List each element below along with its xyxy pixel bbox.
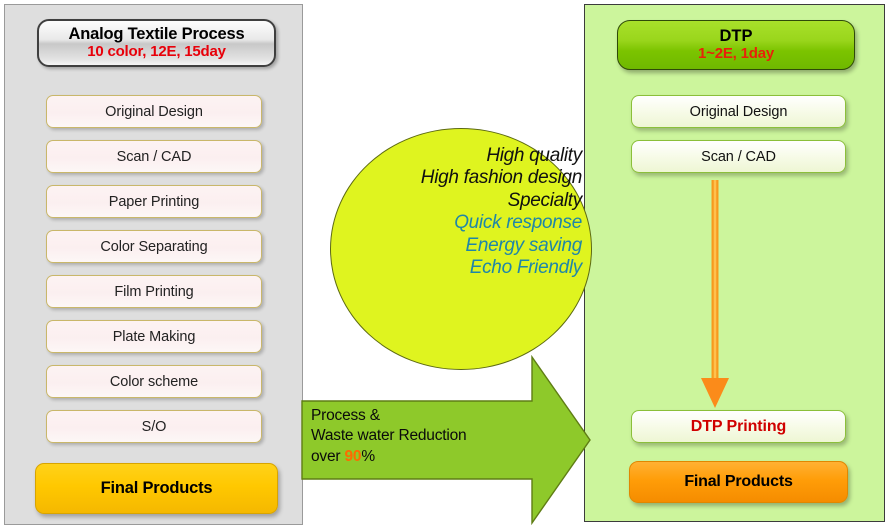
dtp-title-line1: DTP <box>719 26 753 45</box>
dtp-step-original-design: Original Design <box>631 95 846 128</box>
benefit-energy-saving: Energy saving <box>465 234 582 256</box>
benefit-quick-response: Quick response <box>454 212 582 234</box>
analog-process-panel: Analog Textile Process 10 color, 12E, 15… <box>4 4 303 525</box>
analog-title-line1: Analog Textile Process <box>68 24 245 43</box>
dtp-printing-box: DTP Printing <box>631 410 846 443</box>
reduction-line2: Waste water Reduction <box>311 427 467 445</box>
benefit-high-fashion-design: High fashion design <box>420 167 583 189</box>
reduction-line1: Process & <box>311 407 380 424</box>
analog-final-products-box: Final Products <box>35 463 278 514</box>
reduction-value: 90 <box>344 447 362 465</box>
analog-step-scan-cad: Scan / CAD <box>46 140 262 173</box>
dtp-title-box: DTP 1~2E, 1day <box>617 20 855 70</box>
dtp-process-panel: DTP 1~2E, 1day Original Design Scan / CA… <box>584 4 885 522</box>
dtp-title-line2: 1~2E, 1day <box>698 45 774 63</box>
reduction-suffix: % <box>361 447 375 465</box>
dtp-final-products-box: Final Products <box>629 461 848 503</box>
analog-title-line2: 10 color, 12E, 15day <box>87 43 226 61</box>
down-arrow-icon <box>701 180 729 408</box>
benefits-list: High quality High fashion design Special… <box>330 145 583 279</box>
reduction-prefix: over <box>311 447 345 465</box>
analog-step-so: S/O <box>46 410 262 443</box>
benefit-echo-friendly: Echo Friendly <box>469 257 583 279</box>
analog-step-plate-making: Plate Making <box>46 320 262 353</box>
process-reduction-label: Process & Waste water Reduction over 90% <box>311 406 531 467</box>
diagram-canvas: Analog Textile Process 10 color, 12E, 15… <box>0 0 889 529</box>
benefit-high-quality: High quality <box>486 145 582 166</box>
analog-step-film-printing: Film Printing <box>46 275 262 308</box>
reduction-line3: over 90% <box>311 447 531 467</box>
dtp-step-scan-cad: Scan / CAD <box>631 140 846 173</box>
analog-step-color-separating: Color Separating <box>46 230 262 263</box>
analog-step-color-scheme: Color scheme <box>46 365 262 398</box>
analog-step-original-design: Original Design <box>46 95 262 128</box>
analog-title-box: Analog Textile Process 10 color, 12E, 15… <box>37 19 276 67</box>
benefit-specialty: Specialty <box>507 189 583 211</box>
analog-step-paper-printing: Paper Printing <box>46 185 262 218</box>
